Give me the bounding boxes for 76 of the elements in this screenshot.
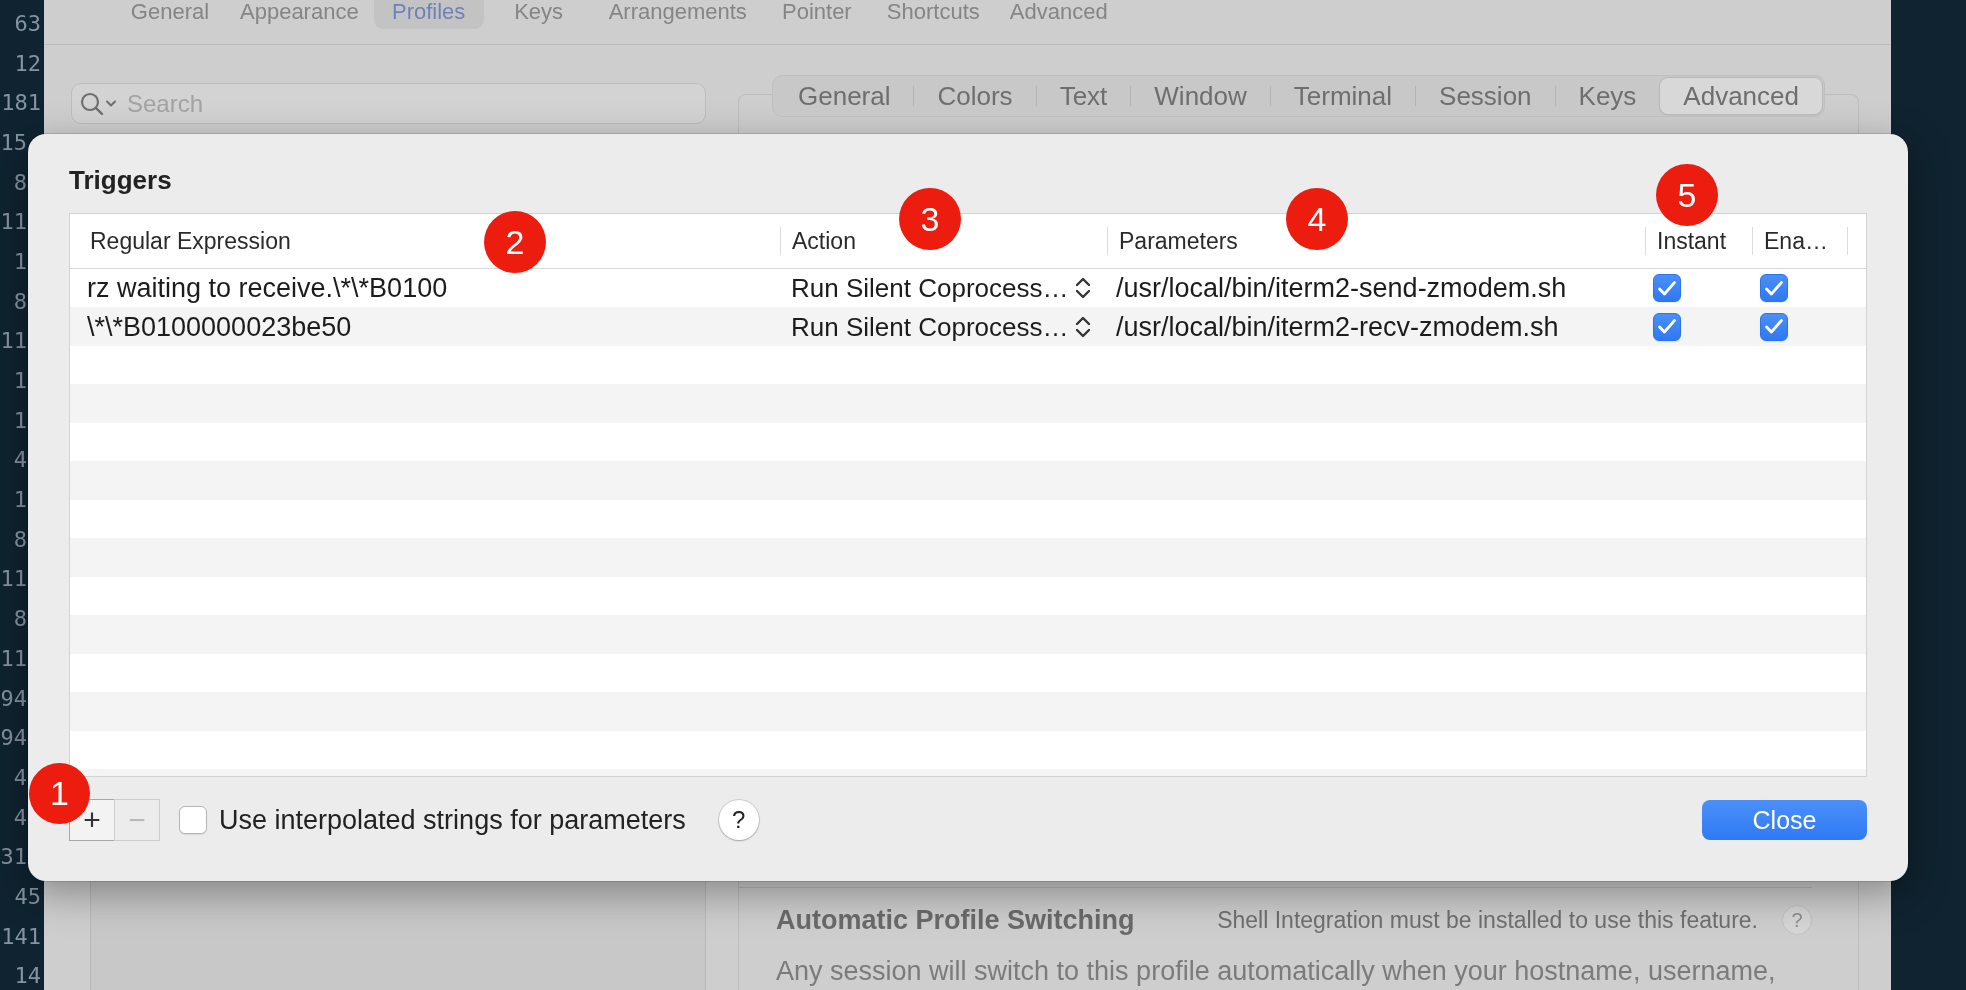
checkbox[interactable]: [1653, 312, 1681, 341]
regex-cell: rz waiting to receive.\*\*B0100: [87, 273, 448, 304]
profile-tab[interactable]: Session: [1416, 78, 1555, 114]
checkbox-label: Use interpolated strings for parameters: [219, 804, 686, 836]
terminal-line: 15: [0, 131, 27, 154]
profile-tab[interactable]: General: [775, 78, 914, 114]
help-button[interactable]: ?: [1782, 905, 1812, 935]
toolbar-tab[interactable]: Arrangements: [593, 0, 762, 29]
annotation-badge: 4: [1286, 188, 1348, 250]
checkbox[interactable]: [179, 806, 207, 834]
column-header[interactable]: Parameters: [1119, 228, 1238, 254]
column-header[interactable]: Instant: [1657, 228, 1727, 254]
terminal-line: 8: [13, 290, 27, 313]
toolbar-tab[interactable]: Keys: [483, 0, 594, 29]
terminal-line: 1: [13, 370, 27, 393]
terminal-line: 4: [13, 449, 27, 472]
terminal-line: 63: [14, 12, 41, 35]
profile-tab[interactable]: Window: [1131, 78, 1270, 114]
checkbox[interactable]: [1653, 274, 1681, 303]
terminal-line: 12: [14, 52, 41, 75]
checkmark-icon: [1658, 319, 1676, 335]
terminal-line: 1: [13, 489, 27, 512]
terminal-line: 31: [0, 846, 27, 869]
chevron-updown-icon: [1075, 314, 1092, 339]
column-header[interactable]: Ena…: [1764, 228, 1828, 254]
terminal-line: 141: [1, 925, 41, 948]
parameters-cell: /usr/local/bin/iterm2-send-zmodem.sh: [1116, 273, 1567, 304]
terminal-line: 94: [0, 727, 27, 750]
terminal-line: 181: [1, 92, 41, 115]
profile-tab[interactable]: Advanced: [1660, 78, 1822, 114]
annotation-badge: 5: [1656, 164, 1718, 226]
chevron-updown-icon: [1075, 276, 1092, 301]
search-icon: [80, 91, 117, 116]
profile-tab[interactable]: Text: [1036, 78, 1131, 114]
description-text: Any session will switch to this profile automatically when your hostname, username,: [776, 956, 1776, 986]
terminal-line: 1: [13, 409, 27, 432]
toolbar-tab[interactable]: Profiles: [373, 0, 484, 29]
terminal-line: 11: [0, 330, 27, 353]
sheet-title: Triggers: [69, 164, 172, 196]
profile-tab[interactable]: Colors: [914, 78, 1036, 114]
toolbar-tab[interactable]: Advanced: [994, 0, 1123, 29]
help-button[interactable]: ?: [718, 800, 759, 840]
column-header[interactable]: Action: [792, 228, 856, 254]
close-button[interactable]: Close: [1702, 800, 1867, 840]
terminal-line: 94: [0, 687, 27, 710]
action-popup[interactable]: Run Silent Coprocess…: [791, 311, 1092, 342]
terminal-line: 4: [13, 806, 27, 829]
annotation-badge: 2: [484, 211, 546, 273]
section-title: Automatic Profile Switching: [776, 904, 1135, 936]
terminal-line: 1: [13, 250, 27, 273]
checkbox[interactable]: [1760, 274, 1788, 303]
terminal-line: 11: [0, 647, 27, 670]
action-popup[interactable]: Run Silent Coprocess…: [791, 273, 1092, 304]
checkmark-icon: [1765, 319, 1783, 335]
terminal-line: 14: [14, 965, 41, 988]
annotation-badge: 3: [899, 188, 961, 250]
toolbar-tab[interactable]: Pointer: [761, 0, 872, 29]
checkmark-icon: [1765, 280, 1783, 296]
terminal-line: 8: [13, 608, 27, 631]
terminal-line: 11: [0, 211, 27, 234]
column-header[interactable]: Regular Expression: [90, 228, 291, 254]
terminal-line: 11: [0, 568, 27, 591]
terminal-line: 8: [13, 528, 27, 551]
info-text: Shell Integration must be installed to use this feature.: [1217, 906, 1758, 934]
terminal-line: 45: [14, 885, 41, 908]
toolbar-tab[interactable]: General: [115, 0, 225, 29]
profile-tab[interactable]: Terminal: [1270, 78, 1416, 114]
terminal-line: 4: [13, 766, 27, 789]
profile-tab[interactable]: Keys: [1555, 78, 1660, 114]
regex-cell: \*\*B0100000023be50: [87, 311, 352, 342]
checkbox[interactable]: [1760, 312, 1788, 341]
toolbar-tab[interactable]: Appearance: [225, 0, 374, 29]
terminal-line: 8: [13, 171, 27, 194]
parameters-cell: /usr/local/bin/iterm2-recv-zmodem.sh: [1116, 311, 1559, 342]
checkmark-icon: [1658, 280, 1676, 296]
toolbar-tab[interactable]: Shortcuts: [871, 0, 995, 29]
